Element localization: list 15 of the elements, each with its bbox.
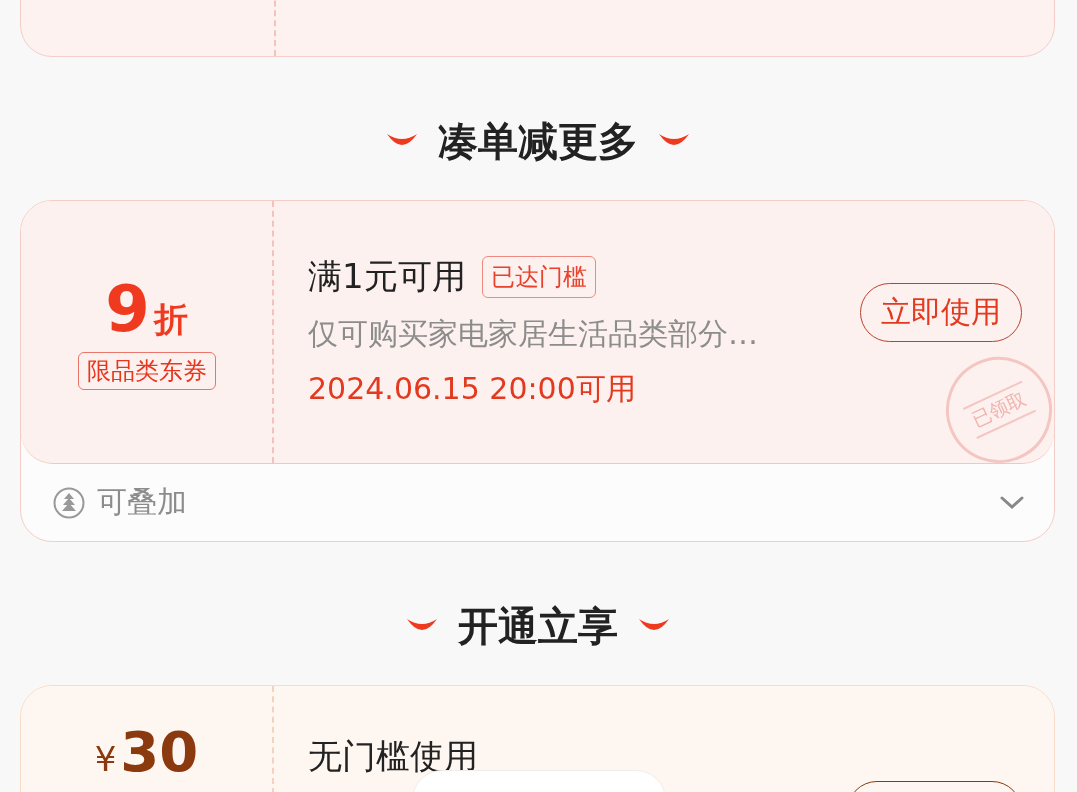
- section-title: 凑单减更多: [437, 119, 638, 163]
- coupon-description: 仅可购买家电家居生活品类部分…: [308, 315, 759, 353]
- section-title: 开通立享: [457, 604, 618, 648]
- category-tag: 限品类东券: [77, 352, 216, 390]
- currency-symbol: ¥: [94, 739, 117, 779]
- coupon-condition: 满1元可用: [308, 255, 466, 298]
- coupon-unit: 折: [153, 298, 188, 341]
- valid-time: 2024.06.15 20:00可用: [308, 370, 637, 408]
- stackable-label: 可叠加: [97, 483, 188, 521]
- chevron-down-icon[interactable]: [1000, 495, 1024, 510]
- status-tag: 已达门槛: [481, 256, 596, 298]
- tree-icon: [53, 486, 85, 519]
- coupon-condition: 无门槛使用: [308, 735, 478, 778]
- coupon-value: 9: [105, 274, 150, 344]
- coupon-value: 30: [120, 724, 199, 780]
